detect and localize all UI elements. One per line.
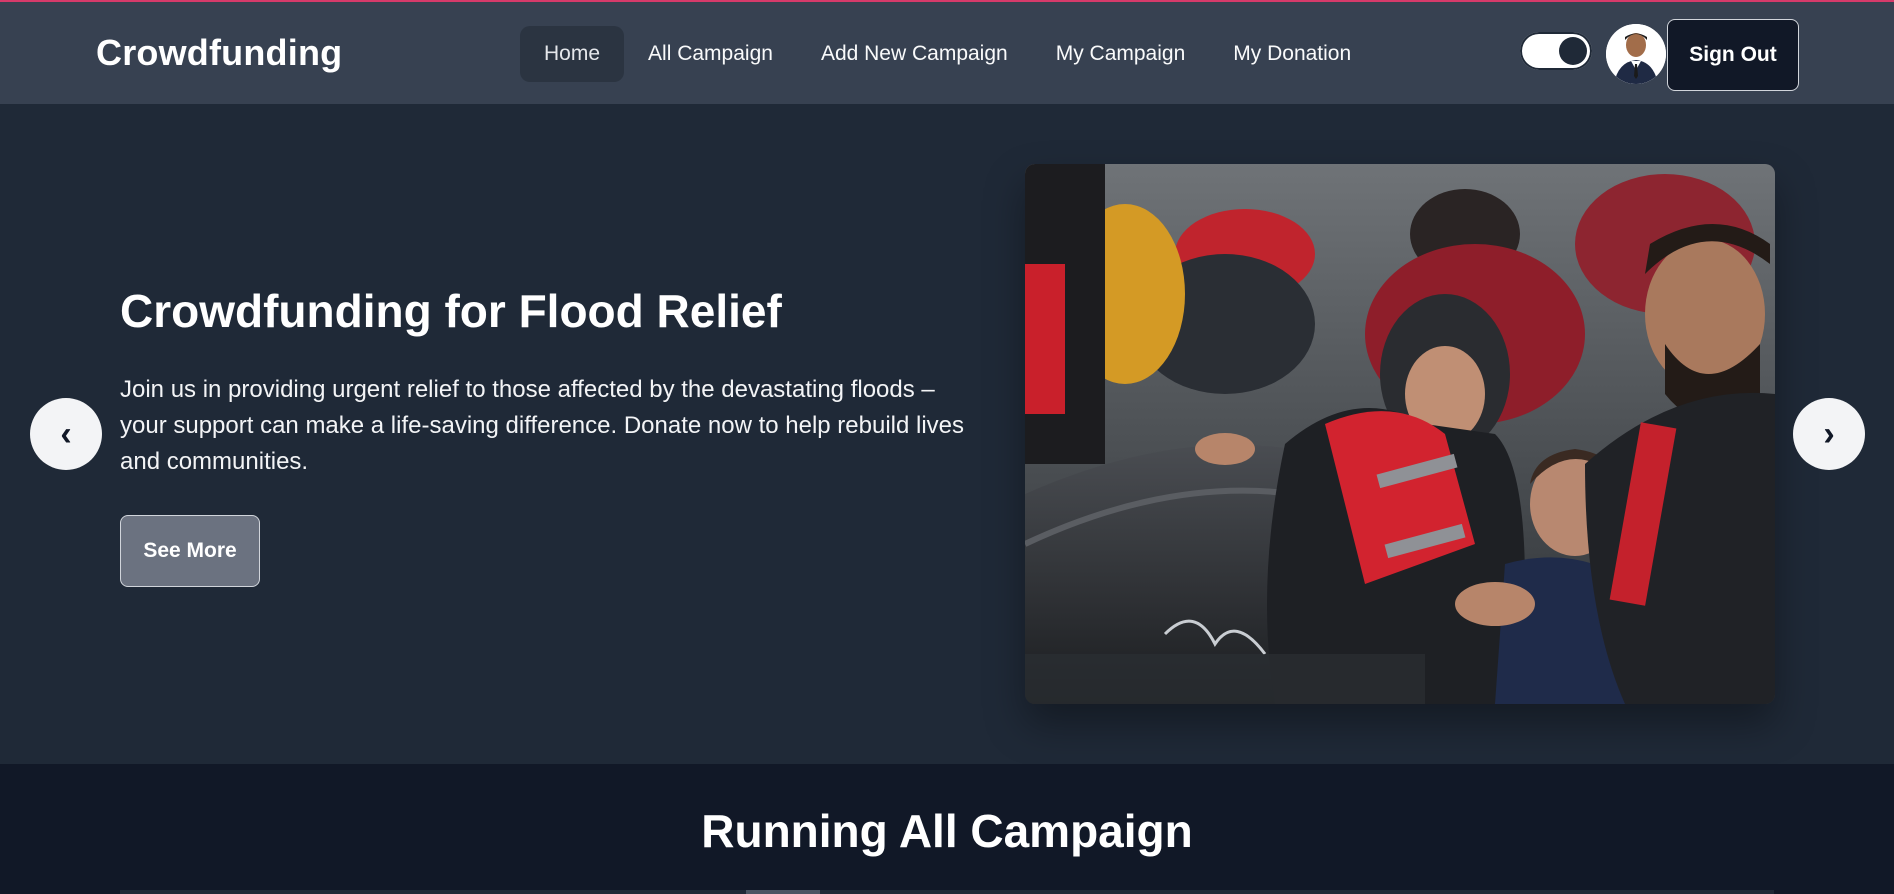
nav-my-campaign[interactable]: My Campaign	[1032, 26, 1210, 82]
nav-all-campaign[interactable]: All Campaign	[624, 26, 797, 82]
section-title: Running All Campaign	[701, 805, 1193, 857]
see-more-button[interactable]: See More	[120, 515, 260, 587]
hero-description: Join us in providing urgent relief to th…	[120, 376, 965, 475]
campaign-cards-edge	[120, 890, 1774, 894]
main-nav: Home All Campaign Add New Campaign My Ca…	[520, 26, 1375, 82]
hero-image	[1025, 164, 1775, 704]
flood-rescue-photo-icon	[1025, 164, 1775, 704]
hero-title: Crowdfunding for Flood Relief	[120, 285, 782, 337]
carousel-prev-button[interactable]: ‹	[30, 398, 102, 470]
hero-carousel: ‹ Crowdfunding for Flood Relief Join us …	[0, 104, 1894, 764]
avatar[interactable]	[1606, 24, 1666, 84]
toggle-knob-icon	[1559, 37, 1587, 65]
navbar: Crowdfunding Home All Campaign Add New C…	[0, 2, 1894, 104]
running-campaigns-section: Running All Campaign	[0, 764, 1894, 894]
theme-toggle[interactable]	[1520, 32, 1592, 70]
brand-logo[interactable]: Crowdfunding	[96, 32, 342, 74]
card-edge-mark	[746, 890, 820, 894]
carousel-next-button[interactable]: ›	[1793, 398, 1865, 470]
user-avatar-icon	[1606, 24, 1666, 84]
nav-my-donation[interactable]: My Donation	[1209, 26, 1375, 82]
sign-out-button[interactable]: Sign Out	[1667, 19, 1799, 91]
nav-home[interactable]: Home	[520, 26, 625, 82]
nav-add-new-campaign[interactable]: Add New Campaign	[797, 26, 1032, 82]
